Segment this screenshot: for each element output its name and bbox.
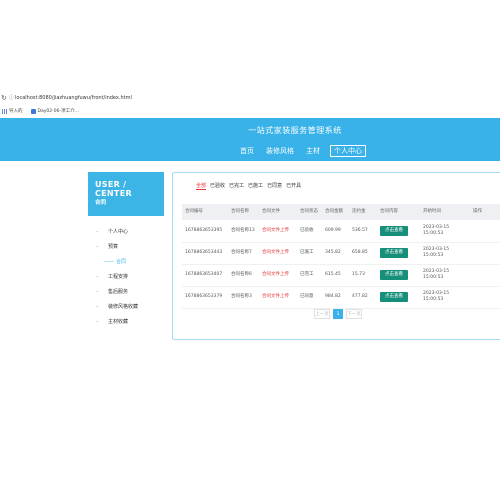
sidebar-header: USER / CENTER 合同 bbox=[88, 172, 164, 216]
cell-contract-name: 合同名称3 bbox=[228, 286, 259, 309]
cell-contract-no: 1678863653443 bbox=[182, 242, 228, 265]
tab-issued[interactable]: 已开具 bbox=[286, 182, 301, 190]
cell-contract-name: 合同名称6 bbox=[228, 264, 259, 287]
cell-content: 点击查看 bbox=[377, 242, 420, 265]
nav-main-materials[interactable]: 主材 bbox=[304, 145, 322, 157]
col-contract-file: 合同文件 bbox=[259, 204, 297, 220]
cell-contract-name: 合同名称13 bbox=[228, 220, 259, 243]
cell-status: 已完工 bbox=[297, 264, 322, 287]
nav-home[interactable]: 首页 bbox=[238, 145, 256, 157]
sidebar-item-user-center[interactable]: – 个人中心 bbox=[96, 224, 176, 239]
cell-penalty: 658.85 bbox=[349, 242, 377, 265]
cell-contract-name: 合同名称7 bbox=[228, 242, 259, 265]
cell-amount: 345.82 bbox=[322, 242, 349, 265]
table-row: 1678863653379 合同名称3 合同文件上传 已同意 984.82 47… bbox=[182, 286, 500, 309]
table-row: 1678863653407 合同名称6 合同文件上传 已完工 615.45 15… bbox=[182, 264, 500, 287]
site-title: 一站式家装服务管理系统 bbox=[248, 126, 342, 135]
cell-contract-file[interactable]: 合同文件上传 bbox=[259, 286, 297, 309]
current-page[interactable]: 1 bbox=[333, 309, 343, 319]
cell-start-time: 2023-03-15 15:00:53 bbox=[420, 286, 470, 309]
pagination: 上一页 1 下一页 bbox=[314, 309, 362, 319]
sidebar-item-project-schedule[interactable]: – 工程安排 bbox=[96, 269, 176, 284]
cell-actions bbox=[470, 220, 500, 243]
sidebar-title: USER / CENTER bbox=[95, 180, 132, 198]
tab-agreed[interactable]: 已同意 bbox=[267, 182, 282, 190]
cell-start-time: 2023-03-15 15:00:53 bbox=[420, 220, 470, 243]
cell-penalty: 477.82 bbox=[349, 286, 377, 309]
prev-page-button[interactable]: 上一页 bbox=[314, 309, 330, 319]
sidebar-item-budget[interactable]: – 预算 bbox=[96, 239, 176, 254]
cell-penalty: 15.73 bbox=[349, 264, 377, 287]
col-contract-name: 合同名称 bbox=[228, 204, 259, 220]
sidebar-menu: – 个人中心 – 预算 —— 合同 – 工程安排 – 售后服务 – 装修风格收藏 – 主材收藏 bbox=[96, 224, 176, 329]
bookmark-day02[interactable]: Day02-06-项工介... bbox=[30, 108, 79, 114]
cell-status: 已验收 bbox=[297, 220, 322, 243]
tab-all[interactable]: 全部 bbox=[196, 182, 207, 190]
cell-start-time: 2023-03-15 15:00:53 bbox=[420, 264, 470, 287]
tab-in-construction[interactable]: 已施工 bbox=[248, 182, 263, 190]
cell-amount: 615.45 bbox=[322, 264, 349, 287]
col-contract-status: 合同状态 bbox=[297, 204, 322, 220]
cell-amount: 609.99 bbox=[322, 220, 349, 243]
contract-panel: 全部 已验收 已完工 已施工 已同意 已开具 合同编号 合同名称 合同文件 合同… bbox=[172, 172, 500, 340]
table-row: 1678863653443 合同名称7 合同文件上传 已施工 345.82 65… bbox=[182, 242, 500, 265]
cell-actions bbox=[470, 242, 500, 265]
bookmarks-bar: 导入的 Day02-06-项工介... bbox=[0, 106, 500, 116]
cell-actions bbox=[470, 264, 500, 287]
table-row: 1678863653395 合同名称13 合同文件上传 已验收 609.99 5… bbox=[182, 220, 500, 243]
cell-contract-file[interactable]: 合同文件上传 bbox=[259, 264, 297, 287]
cell-status: 已同意 bbox=[297, 286, 322, 309]
sidebar-item-after-sales[interactable]: – 售后服务 bbox=[96, 284, 176, 299]
sidebar-item-contract[interactable]: —— 合同 bbox=[96, 254, 176, 269]
cell-start-time: 2023-03-15 15:00:53 bbox=[420, 242, 470, 265]
cell-contract-no: 1678863653379 bbox=[182, 286, 228, 309]
col-contract-no: 合同编号 bbox=[182, 204, 228, 220]
sidebar-subtitle: 合同 bbox=[95, 200, 107, 206]
cell-status: 已施工 bbox=[297, 242, 322, 265]
cell-amount: 984.82 bbox=[322, 286, 349, 309]
cell-contract-no: 1678863653395 bbox=[182, 220, 228, 243]
bookmark-icon bbox=[30, 108, 36, 114]
sidebar-item-style-favorites[interactable]: – 装修风格收藏 bbox=[96, 299, 176, 314]
tab-accepted[interactable]: 已验收 bbox=[210, 182, 225, 190]
view-button[interactable]: 点击查看 bbox=[380, 248, 408, 258]
cell-penalty: 536.57 bbox=[349, 220, 377, 243]
cell-contract-file[interactable]: 合同文件上传 bbox=[259, 220, 297, 243]
col-contract-amount: 合同金额 bbox=[322, 204, 349, 220]
contract-table: 合同编号 合同名称 合同文件 合同状态 合同金额 违约金 合同内容 开始时间 操… bbox=[182, 204, 500, 309]
main-nav: 首页 装修风格 主材 个人中心 bbox=[238, 145, 366, 157]
apps-icon bbox=[2, 108, 7, 114]
address-bar[interactable]: ↻ ⓘ localhost:8080/jiazhuangfuwu/front/i… bbox=[0, 92, 500, 103]
bookmark-imported[interactable]: 导入的 bbox=[2, 108, 23, 114]
cell-content: 点击查看 bbox=[377, 286, 420, 309]
col-contract-content: 合同内容 bbox=[377, 204, 420, 220]
sidebar-item-material-favorites[interactable]: – 主材收藏 bbox=[96, 314, 176, 329]
cell-content: 点击查看 bbox=[377, 264, 420, 287]
nav-decoration-style[interactable]: 装修风格 bbox=[264, 145, 296, 157]
url-text[interactable]: localhost:8080/jiazhuangfuwu/front/index… bbox=[15, 95, 132, 101]
cell-contract-no: 1678863653407 bbox=[182, 264, 228, 287]
blank-top-area bbox=[0, 0, 500, 82]
cell-actions bbox=[470, 286, 500, 309]
nav-user-center[interactable]: 个人中心 bbox=[330, 145, 366, 157]
table-header-row: 合同编号 合同名称 合同文件 合同状态 合同金额 违约金 合同内容 开始时间 操… bbox=[182, 204, 500, 220]
col-actions: 操作 bbox=[470, 204, 500, 220]
cell-content: 点击查看 bbox=[377, 220, 420, 243]
col-start-time: 开始时间 bbox=[420, 204, 470, 220]
next-page-button[interactable]: 下一页 bbox=[346, 309, 362, 319]
tab-completed[interactable]: 已完工 bbox=[229, 182, 244, 190]
view-button[interactable]: 点击查看 bbox=[380, 292, 408, 302]
reload-icon[interactable]: ↻ bbox=[1, 94, 9, 102]
status-tabs: 全部 已验收 已完工 已施工 已同意 已开具 bbox=[196, 182, 301, 190]
col-penalty: 违约金 bbox=[349, 204, 377, 220]
site-header: 一站式家装服务管理系统 首页 装修风格 主材 个人中心 bbox=[0, 118, 500, 161]
view-button[interactable]: 点击查看 bbox=[380, 270, 408, 280]
cell-contract-file[interactable]: 合同文件上传 bbox=[259, 242, 297, 265]
view-button[interactable]: 点击查看 bbox=[380, 225, 408, 236]
